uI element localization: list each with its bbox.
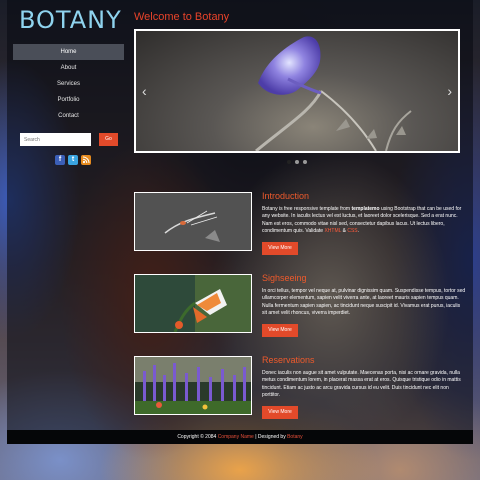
reservations-text: Donec iaculis non augue sit amet vulputa… — [262, 370, 461, 398]
flower-slide-image — [255, 36, 412, 151]
nav-item-portfolio[interactable]: Portfolio — [13, 92, 124, 108]
introduction-view-more-button[interactable]: View More — [262, 242, 298, 255]
sightseeing-view-more-button[interactable]: View More — [262, 324, 298, 337]
designer-link[interactable]: Botany — [287, 434, 303, 440]
rss-icon[interactable] — [81, 155, 91, 165]
search-input[interactable] — [20, 133, 91, 146]
css-link[interactable]: CSS — [347, 228, 357, 234]
site-logo[interactable]: BOTANY — [19, 6, 122, 34]
slider-dot[interactable] — [295, 160, 299, 164]
introduction-image — [134, 192, 252, 251]
sightseeing-text: In orci tellus, tempor vel neque at, pul… — [262, 288, 466, 316]
image-slider[interactable]: ‹ › — [134, 29, 460, 153]
nav-item-services[interactable]: Services — [13, 76, 124, 92]
sidebar: BOTANY Home About Services Portfolio Con… — [7, 0, 126, 430]
reservations-image — [134, 356, 252, 415]
page-title: Welcome to Botany — [134, 11, 230, 23]
slider-prev-arrow[interactable]: ‹ — [142, 83, 147, 99]
facebook-icon[interactable]: f — [55, 155, 65, 165]
search-go-button[interactable]: Go — [99, 133, 118, 146]
nav-item-contact[interactable]: Contact — [13, 108, 124, 124]
slider-dot[interactable] — [303, 160, 307, 164]
introduction-text: Botany is free responsive template from … — [262, 206, 462, 234]
introduction-title: Introduction — [262, 191, 310, 201]
sightseeing-image — [134, 274, 252, 333]
social-links: f t — [55, 155, 91, 165]
twitter-icon[interactable]: t — [68, 155, 78, 165]
nav-item-home[interactable]: Home — [13, 44, 124, 60]
footer: Copyright © 2084 Company Name | Designed… — [7, 430, 473, 444]
sightseeing-title: Sighseeing — [262, 273, 307, 283]
search-form: Go — [20, 133, 118, 146]
reservations-title: Reservations — [262, 355, 315, 365]
main-nav: Home About Services Portfolio Contact — [13, 44, 124, 124]
slider-dot[interactable] — [287, 160, 291, 164]
reservations-view-more-button[interactable]: View More — [262, 406, 298, 419]
nav-item-about[interactable]: About — [13, 60, 124, 76]
xhtml-link[interactable]: XHTML — [324, 228, 341, 234]
slider-dots — [287, 160, 307, 164]
slider-next-arrow[interactable]: › — [447, 83, 452, 99]
company-name-link[interactable]: Company Name — [218, 434, 254, 440]
